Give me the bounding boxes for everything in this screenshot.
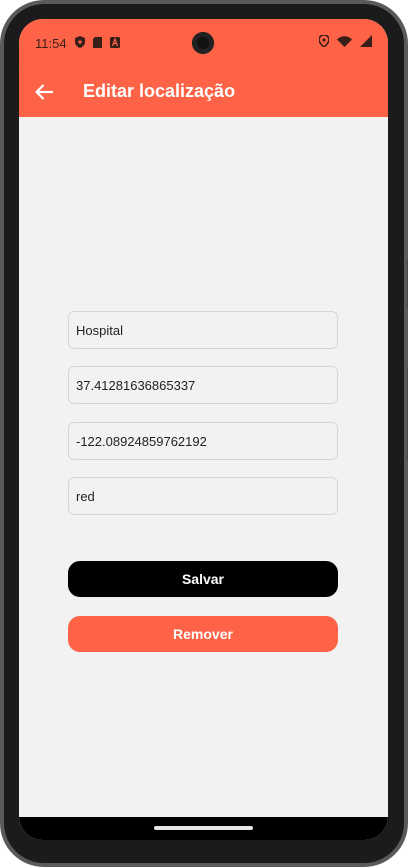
app-bar: Editar localização <box>19 67 388 117</box>
front-camera <box>192 32 214 54</box>
notification-icons <box>75 36 120 48</box>
system-status-icons <box>319 35 372 47</box>
status-bar: 11:54 <box>19 19 388 67</box>
longitude-field[interactable] <box>68 422 338 460</box>
arrow-left-icon <box>35 84 53 100</box>
phone-frame: 11:54 Editar localização Hospital 37.412… <box>0 0 408 867</box>
wifi-icon <box>337 35 352 47</box>
save-button[interactable]: Salvar <box>68 561 338 597</box>
status-time: 11:54 <box>35 36 67 51</box>
remove-button[interactable]: Remover <box>68 616 338 652</box>
location-name-field[interactable] <box>68 311 338 349</box>
page-title: Editar localização <box>83 81 236 101</box>
sd-card-icon <box>93 36 102 48</box>
back-button[interactable] <box>29 77 59 107</box>
location-icon <box>319 35 329 47</box>
home-gesture-handle[interactable] <box>154 826 253 830</box>
cell-signal-icon <box>360 35 372 47</box>
latitude-field[interactable] <box>68 366 338 404</box>
screen: 11:54 Editar localização Hospital 37.412… <box>19 19 388 840</box>
color-field[interactable] <box>68 477 338 515</box>
edit-location-form: Salvar Remover <box>19 117 388 814</box>
text-a-icon <box>110 36 120 48</box>
system-navigation-bar <box>19 817 388 840</box>
shield-icon <box>75 36 85 48</box>
